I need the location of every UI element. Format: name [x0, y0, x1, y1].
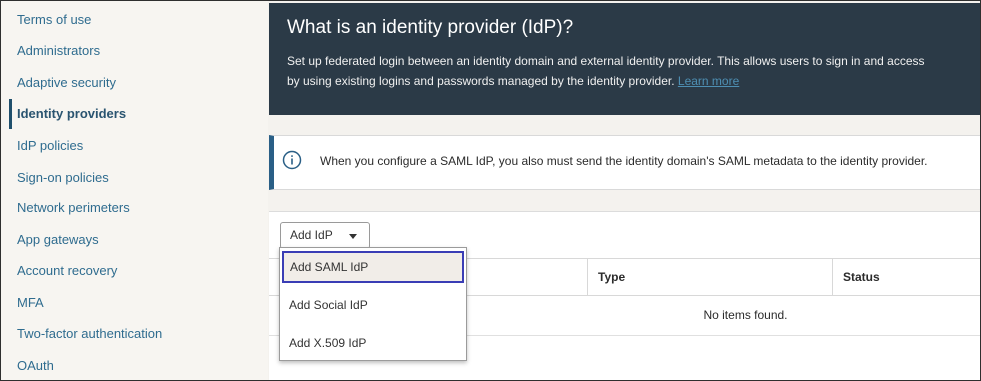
info-message: When you configure a SAML IdP, you also … — [269, 135, 980, 190]
sidebar-item-administrators[interactable]: Administrators — [9, 36, 264, 66]
sidebar: Terms of use Administrators Adaptive sec… — [1, 1, 268, 380]
column-header-status[interactable]: Status — [832, 259, 980, 296]
info-icon — [282, 150, 302, 170]
intro-line-1: Set up federated login between an identi… — [287, 54, 925, 68]
menu-item-add-saml-idp[interactable]: Add SAML IdP — [282, 251, 464, 283]
add-idp-label: Add IdP — [290, 228, 333, 242]
sidebar-item-account-recovery[interactable]: Account recovery — [9, 256, 264, 286]
intro-line-2: by using existing logins and passwords m… — [287, 71, 964, 91]
sidebar-item-two-factor-authentication[interactable]: Two-factor authentication — [9, 319, 264, 349]
caret-down-icon — [349, 234, 357, 239]
add-idp-dropdown-menu: Add SAML IdP Add Social IdP Add X.509 Id… — [279, 247, 467, 361]
sidebar-item-adaptive-security[interactable]: Adaptive security — [9, 68, 264, 98]
menu-item-add-x509-idp[interactable]: Add X.509 IdP — [280, 324, 466, 362]
sidebar-item-network-perimeters[interactable]: Network perimeters — [9, 193, 264, 223]
sidebar-item-app-gateways[interactable]: App gateways — [9, 225, 264, 255]
sidebar-item-idp-policies[interactable]: IdP policies — [9, 131, 264, 161]
sidebar-item-oauth[interactable]: OAuth — [9, 351, 264, 380]
learn-more-link[interactable]: Learn more — [678, 74, 739, 88]
column-header-type[interactable]: Type — [587, 259, 832, 296]
sidebar-item-mfa[interactable]: MFA — [9, 288, 264, 318]
window-frame: Terms of use Administrators Adaptive sec… — [0, 0, 981, 381]
sidebar-item-sign-on-policies[interactable]: Sign-on policies — [9, 163, 264, 193]
sidebar-item-terms-of-use[interactable]: Terms of use — [9, 5, 264, 35]
intro-banner: What is an identity provider (IdP)? Set … — [269, 3, 980, 115]
info-text: When you configure a SAML IdP, you also … — [320, 154, 928, 168]
intro-line-2-text: by using existing logins and passwords m… — [287, 74, 675, 88]
menu-item-add-social-idp[interactable]: Add Social IdP — [280, 286, 466, 324]
add-idp-button[interactable]: Add IdP — [280, 222, 370, 249]
sidebar-item-identity-providers[interactable]: Identity providers — [9, 99, 264, 129]
page-title: What is an identity provider (IdP)? — [287, 17, 574, 38]
